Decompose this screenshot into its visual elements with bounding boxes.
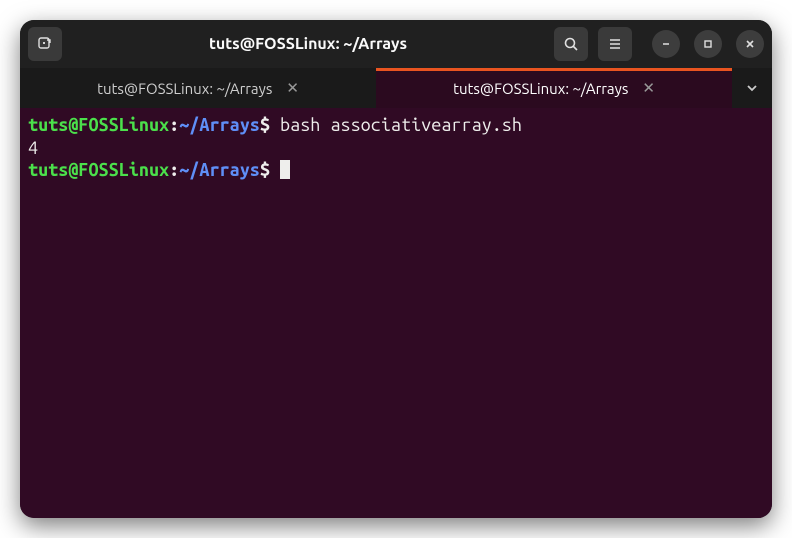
prompt-dollar: $ [260, 115, 270, 135]
titlebar-left [28, 27, 62, 61]
tab-close-button[interactable]: ✕ [286, 79, 299, 97]
close-icon [744, 38, 756, 50]
output-line: 4 [28, 138, 38, 158]
hamburger-icon [607, 36, 623, 52]
prompt-colon: : [169, 115, 179, 135]
tab-label: tuts@FOSSLinux: ~/Arrays [453, 80, 628, 97]
search-icon [563, 36, 579, 52]
prompt-user-host: tuts@FOSSLinux [28, 115, 169, 135]
tab-2[interactable]: tuts@FOSSLinux: ~/Arrays ✕ [376, 68, 732, 108]
chevron-down-icon [745, 81, 759, 95]
tab-label: tuts@FOSSLinux: ~/Arrays [97, 80, 272, 97]
menu-button[interactable] [598, 27, 632, 61]
maximize-button[interactable] [694, 30, 722, 58]
terminal-cursor [280, 160, 290, 179]
tab-close-button[interactable]: ✕ [642, 79, 655, 97]
titlebar: tuts@FOSSLinux: ~/Arrays [20, 20, 772, 68]
tabs-dropdown-button[interactable] [732, 68, 772, 108]
close-button[interactable] [736, 30, 764, 58]
prompt-dollar: $ [260, 160, 270, 180]
tab-bar: tuts@FOSSLinux: ~/Arrays ✕ tuts@FOSSLinu… [20, 68, 772, 108]
terminal-window: tuts@FOSSLinux: ~/Arrays [20, 20, 772, 518]
prompt-user-host: tuts@FOSSLinux [28, 160, 169, 180]
window-title: tuts@FOSSLinux: ~/Arrays [70, 35, 546, 53]
command-text: bash associativearray.sh [280, 115, 522, 135]
terminal-body[interactable]: tuts@FOSSLinux:~/Arrays$ bash associativ… [20, 108, 772, 518]
prompt-path: ~/Arrays [179, 115, 260, 135]
tab-1[interactable]: tuts@FOSSLinux: ~/Arrays ✕ [20, 68, 376, 108]
new-tab-icon [37, 36, 53, 52]
search-button[interactable] [554, 27, 588, 61]
prompt-colon: : [169, 160, 179, 180]
maximize-icon [702, 38, 714, 50]
minimize-button[interactable] [652, 30, 680, 58]
minimize-icon [660, 38, 672, 50]
prompt-path: ~/Arrays [179, 160, 260, 180]
titlebar-right [554, 27, 764, 61]
new-tab-button[interactable] [28, 27, 62, 61]
window-controls [652, 30, 764, 58]
